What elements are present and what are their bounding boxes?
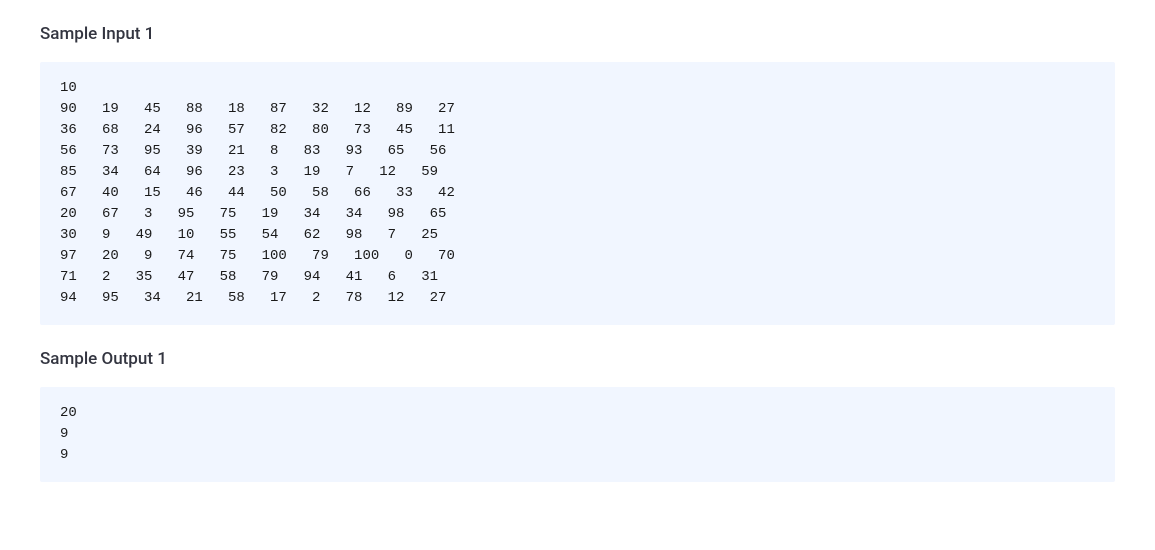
sample-input-code: 10 90 19 45 88 18 87 32 12 89 27 36 68 2… bbox=[40, 62, 1115, 325]
sample-input-section: Sample Input 1 10 90 19 45 88 18 87 32 1… bbox=[0, 24, 1155, 325]
sample-output-code: 20 9 9 bbox=[40, 387, 1115, 482]
sample-output-title: Sample Output 1 bbox=[40, 349, 1115, 369]
sample-output-section: Sample Output 1 20 9 9 bbox=[0, 349, 1155, 482]
sample-input-title: Sample Input 1 bbox=[40, 24, 1115, 44]
